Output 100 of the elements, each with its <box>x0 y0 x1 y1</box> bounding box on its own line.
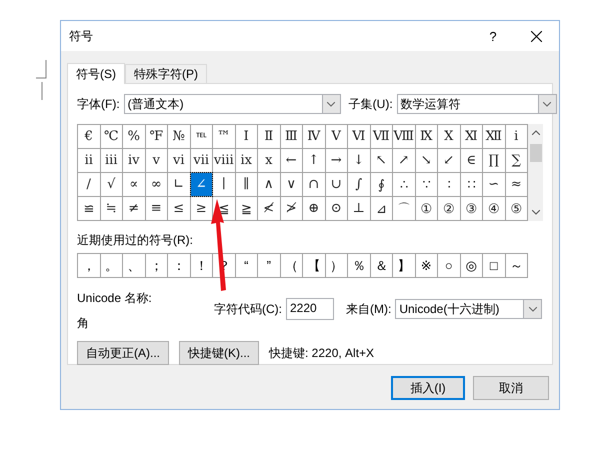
symbol-cell[interactable]: Ⅲ <box>280 125 302 148</box>
symbol-cell[interactable]: ℡ <box>190 125 212 148</box>
cancel-button[interactable]: 取消 <box>473 376 549 400</box>
symbol-cell[interactable]: ↖ <box>370 149 392 172</box>
symbol-cell[interactable]: ↓ <box>348 149 370 172</box>
symbol-cell[interactable]: ⊥ <box>348 197 370 220</box>
symbol-cell[interactable]: ≯ <box>280 197 302 220</box>
symbol-cell[interactable]: ↘ <box>416 149 437 172</box>
symbol-cell[interactable]: ≈ <box>506 173 527 196</box>
symbol-cell[interactable]: ∨ <box>280 173 302 196</box>
recent-symbol-cell[interactable]: ○ <box>438 254 460 277</box>
recent-symbol-cell[interactable]: 【 <box>303 254 324 277</box>
symbol-cell[interactable]: ⊿ <box>370 197 392 220</box>
symbol-cell[interactable]: ≡ <box>146 197 167 220</box>
symbol-cell[interactable]: ≥ <box>190 197 212 220</box>
scrollbar-thumb[interactable] <box>530 144 542 162</box>
symbol-cell[interactable]: ∏ <box>483 149 504 172</box>
symbol-cell[interactable]: → <box>326 149 347 172</box>
recent-symbol-cell[interactable]: 。 <box>100 254 122 277</box>
symbol-cell[interactable]: ∟ <box>168 173 190 196</box>
symbol-cell[interactable]: ∽ <box>483 173 504 196</box>
symbol-cell[interactable]: ⊕ <box>303 197 324 220</box>
symbol-cell[interactable]: Ⅻ <box>483 125 504 148</box>
symbol-cell[interactable]: ② <box>438 197 460 220</box>
recent-symbol-cell[interactable]: ※ <box>416 254 437 277</box>
symbol-cell[interactable]: ℉ <box>146 125 167 148</box>
symbol-cell[interactable]: Ⅺ <box>460 125 482 148</box>
symbol-cell[interactable]: ℃ <box>100 125 122 148</box>
symbol-cell[interactable]: ∧ <box>258 173 280 196</box>
recent-symbol-cell[interactable]: ” <box>258 254 280 277</box>
help-button[interactable]: ? <box>473 28 513 44</box>
symbol-cell[interactable]: ⊙ <box>326 197 347 220</box>
symbol-cell[interactable]: ∶ <box>438 173 460 196</box>
symbol-cell[interactable]: ∮ <box>370 173 392 196</box>
insert-button[interactable]: 插入(I) <box>391 376 465 400</box>
symbol-cell[interactable]: Ⅵ <box>348 125 370 148</box>
recent-symbol-cell[interactable]: 、 <box>123 254 144 277</box>
symbol-cell[interactable]: ≠ <box>123 197 144 220</box>
symbol-cell[interactable]: ≒ <box>100 197 122 220</box>
symbol-cell[interactable]: ⅲ <box>100 149 122 172</box>
recent-symbol-cell[interactable]: ） <box>326 254 347 277</box>
symbol-cell[interactable]: ≮ <box>258 197 280 220</box>
symbol-cell[interactable]: ⅷ <box>213 149 234 172</box>
symbol-cell[interactable]: Ⅶ <box>370 125 392 148</box>
subset-dropdown[interactable]: 数学运算符 <box>396 94 557 114</box>
symbol-cell[interactable]: ↑ <box>303 149 324 172</box>
from-dropdown[interactable]: Unicode(十六进制) <box>395 299 542 319</box>
symbol-cell[interactable]: ≤ <box>168 197 190 220</box>
symbol-cell[interactable]: Ⅸ <box>416 125 437 148</box>
symbol-cell[interactable]: Ⅷ <box>393 125 414 148</box>
symbol-cell[interactable]: ⅸ <box>236 149 257 172</box>
symbol-cell[interactable]: ⅶ <box>190 149 212 172</box>
scrollbar[interactable] <box>528 124 543 221</box>
symbol-cell[interactable]: ↗ <box>393 149 414 172</box>
symbol-cell[interactable]: ≌ <box>78 197 100 220</box>
tab[interactable]: 符号(S) <box>67 63 125 84</box>
symbol-cell[interactable]: ∑ <box>506 149 527 172</box>
symbol-cell[interactable]: ™ <box>213 125 234 148</box>
symbol-cell[interactable]: ∝ <box>123 173 144 196</box>
symbol-cell[interactable]: ⅰ <box>506 125 527 148</box>
symbol-cell[interactable]: ⅵ <box>168 149 190 172</box>
symbol-cell[interactable]: ① <box>416 197 437 220</box>
symbol-cell[interactable]: ∫ <box>348 173 370 196</box>
tab[interactable]: 特殊字符(P) <box>125 64 207 83</box>
symbol-cell[interactable]: € <box>78 125 100 148</box>
recent-symbol-cell[interactable]: ！ <box>190 254 212 277</box>
symbol-cell[interactable]: √ <box>100 173 122 196</box>
symbol-cell[interactable]: Ⅹ <box>438 125 460 148</box>
symbol-cell[interactable]: ∵ <box>416 173 437 196</box>
char-code-field[interactable]: 2220 <box>286 298 334 320</box>
symbol-cell[interactable]: Ⅱ <box>258 125 280 148</box>
recent-symbol-cell[interactable]: ＆ <box>370 254 392 277</box>
symbol-cell[interactable]: ⅱ <box>78 149 100 172</box>
recent-symbol-cell[interactable]: ： <box>168 254 190 277</box>
symbol-cell[interactable]: ⌒ <box>393 197 414 220</box>
font-dropdown[interactable]: (普通文本) <box>124 94 341 114</box>
recent-symbol-cell[interactable]: ， <box>78 254 100 277</box>
symbol-cell[interactable]: ∷ <box>460 173 482 196</box>
symbol-cell[interactable]: Ⅳ <box>303 125 324 148</box>
recent-symbol-cell[interactable]: “ <box>236 254 257 277</box>
symbol-cell[interactable]: ⅴ <box>146 149 167 172</box>
symbol-cell[interactable]: ↙ <box>438 149 460 172</box>
symbol-cell[interactable]: ⑤ <box>506 197 527 220</box>
recent-symbol-cell[interactable]: ◎ <box>460 254 482 277</box>
autocorrect-button[interactable]: 自动更正(A)... <box>77 341 169 365</box>
recent-symbol-cell[interactable]: ％ <box>348 254 370 277</box>
recent-symbol-cell[interactable]: ～ <box>506 254 527 277</box>
symbol-cell[interactable]: ∴ <box>393 173 414 196</box>
symbol-cell[interactable]: ∈ <box>460 149 482 172</box>
symbol-cell[interactable]: ④ <box>483 197 504 220</box>
symbol-cell[interactable]: Ⅰ <box>236 125 257 148</box>
symbol-cell[interactable]: ∣ <box>213 173 234 196</box>
symbol-cell[interactable]: ∪ <box>326 173 347 196</box>
symbol-cell[interactable]: № <box>168 125 190 148</box>
shortcut-key-button[interactable]: 快捷键(K)... <box>179 341 259 365</box>
symbol-cell[interactable]: ∥ <box>236 173 257 196</box>
symbol-cell[interactable]: ∠ <box>190 173 212 196</box>
symbol-cell[interactable]: ∞ <box>146 173 167 196</box>
symbol-cell[interactable]: ⅹ <box>258 149 280 172</box>
symbol-cell[interactable]: ∩ <box>303 173 324 196</box>
